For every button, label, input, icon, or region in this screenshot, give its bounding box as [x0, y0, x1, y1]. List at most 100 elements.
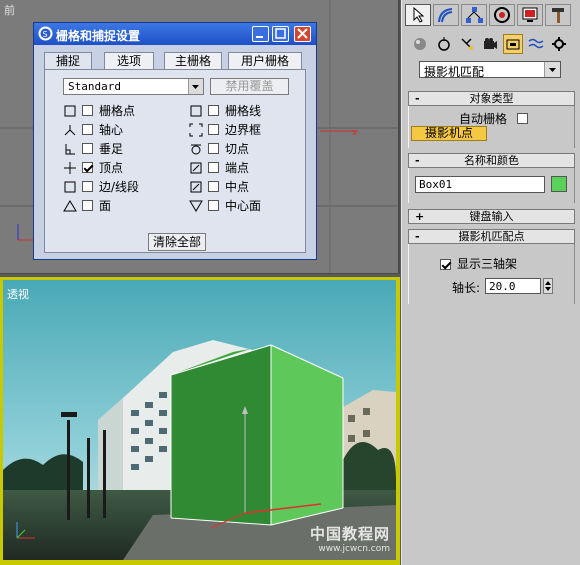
space-warp-icon [528, 38, 544, 49]
pivot-checkbox[interactable] [82, 124, 93, 135]
perspective-photo-background: 透视 中国教程网 www.jcwcn.com [3, 280, 396, 560]
modify-arc-icon [438, 8, 453, 23]
grid-snap-settings-dialog: S 栅格和捕捉设置 捕捉 选项 主栅格 用户栅格 Standard 禁用覆盖 栅… [33, 22, 317, 260]
name-color-rollout-header[interactable]: - 名称和颜色 [408, 153, 575, 168]
vertex-checkbox[interactable] [82, 162, 93, 173]
snap-vertex[interactable]: 顶点 [63, 161, 163, 175]
vertex-icon [64, 162, 76, 174]
snap-endpoint[interactable]: 端点 [189, 161, 301, 175]
vertex-label: 顶点 [99, 161, 124, 175]
disable-override-button[interactable]: 禁用覆盖 [210, 78, 289, 95]
motion-tab[interactable] [489, 4, 515, 26]
object-name-field[interactable]: Box01 [415, 176, 545, 193]
tab-options[interactable]: 选项 [104, 52, 154, 69]
midpoint-checkbox[interactable] [208, 181, 219, 192]
tangent-label: 切点 [225, 142, 250, 156]
grid-point-checkbox[interactable] [82, 105, 93, 116]
face-label: 面 [99, 199, 112, 213]
perpendicular-label: 垂足 [99, 142, 124, 156]
cameras-category-button[interactable] [480, 34, 500, 54]
axis-length-field[interactable]: 20.0 [485, 278, 541, 294]
snap-grid-point[interactable]: 栅格点 [63, 104, 163, 118]
auto-grid-checkbox[interactable] [517, 113, 528, 124]
grid-line-label: 栅格线 [225, 104, 262, 118]
grid-line-checkbox[interactable] [208, 105, 219, 116]
helper-dropdown-arrow[interactable] [544, 62, 560, 77]
center-face-label: 中心面 [225, 199, 262, 213]
helpers-category-button[interactable] [503, 34, 523, 54]
axis-length-value: 20.0 [489, 280, 516, 293]
keyboard-entry-rollout-header[interactable]: + 键盘输入 [408, 209, 575, 224]
maximize-button[interactable] [272, 26, 289, 42]
svg-text:x: x [352, 128, 358, 138]
camera-match-point-rollout-header[interactable]: - 摄影机匹配点 [408, 229, 575, 244]
maximize-icon [275, 28, 286, 39]
dialog-titlebar[interactable]: S 栅格和捕捉设置 [34, 23, 316, 45]
object-name-value: Box01 [419, 178, 453, 191]
dropdown-arrow-button[interactable] [188, 79, 203, 94]
face-icon [63, 200, 77, 212]
show-axis-tripod-checkbox[interactable] [440, 259, 451, 270]
app-logo-icon: S [38, 26, 53, 41]
gear-icon [552, 37, 566, 51]
camera-point-button[interactable]: 摄影机点 [411, 126, 487, 141]
camera-match-point-title: 摄影机匹配点 [458, 230, 525, 243]
snap-bounding-box[interactable]: 边界框 [189, 123, 301, 137]
tangent-checkbox[interactable] [208, 143, 219, 154]
perspective-viewport-label[interactable]: 透视 [7, 286, 29, 302]
face-checkbox[interactable] [82, 200, 93, 211]
tab-snaps[interactable]: 捕捉 [44, 52, 92, 69]
close-button[interactable] [294, 26, 311, 42]
minimize-button[interactable] [252, 26, 269, 42]
snap-tangent[interactable]: 切点 [189, 142, 301, 156]
axis-length-label: 轴长: [452, 281, 481, 295]
snap-center-face[interactable]: 中心面 [189, 199, 301, 213]
snap-perpendicular[interactable]: 垂足 [63, 142, 163, 156]
hammer-icon [552, 8, 564, 23]
utilities-tab[interactable] [545, 4, 571, 26]
pivot-label: 轴心 [99, 123, 124, 137]
grid-point-label: 栅格点 [99, 104, 136, 118]
geometry-category-button[interactable] [410, 34, 430, 54]
name-color-title: 名称和颜色 [464, 154, 519, 167]
snap-face[interactable]: 面 [63, 199, 163, 213]
snap-pivot[interactable]: 轴心 [63, 123, 163, 137]
camera-icon [484, 38, 497, 49]
tab-user-grids[interactable]: 用户栅格 [228, 52, 302, 69]
snap-type-value: Standard [68, 80, 121, 93]
snap-grid-line[interactable]: 栅格线 [189, 104, 301, 118]
endpoint-label: 端点 [225, 161, 250, 175]
object-color-swatch[interactable] [551, 176, 567, 192]
snap-type-dropdown[interactable]: Standard [63, 78, 204, 95]
display-monitor-icon [522, 7, 538, 22]
bounding-box-checkbox[interactable] [208, 124, 219, 135]
space-warps-category-button[interactable] [526, 34, 546, 54]
create-tab[interactable] [405, 4, 431, 26]
snap-edge[interactable]: 边/线段 [63, 180, 163, 194]
hierarchy-tab[interactable] [461, 4, 487, 26]
object-type-rollout-header[interactable]: - 对象类型 [408, 91, 575, 106]
snap-midpoint[interactable]: 中点 [189, 180, 301, 194]
dialog-tabs: 捕捉 选项 主栅格 用户栅格 [44, 52, 306, 69]
display-tab[interactable] [517, 4, 543, 26]
perpendicular-checkbox[interactable] [82, 143, 93, 154]
systems-category-button[interactable] [549, 34, 569, 54]
lights-category-button[interactable] [457, 34, 477, 54]
modify-tab[interactable] [433, 4, 459, 26]
tab-home-grid[interactable]: 主栅格 [164, 52, 222, 69]
clear-all-button[interactable]: 清除全部 [148, 233, 206, 251]
edge-checkbox[interactable] [82, 181, 93, 192]
axis-length-spinner[interactable] [543, 278, 553, 294]
perspective-viewport[interactable]: 透视 中国教程网 www.jcwcn.com [0, 277, 400, 565]
svg-text:S: S [43, 30, 48, 39]
spinner-arrows-icon [545, 281, 551, 291]
command-panel: 摄影机匹配 - 对象类型 自动栅格 摄影机点 - 名称和颜色 Box01 + 键… [401, 0, 580, 565]
box01-object [171, 345, 271, 525]
endpoint-checkbox[interactable] [208, 162, 219, 173]
center-face-checkbox[interactable] [208, 200, 219, 211]
helper-type-dropdown[interactable]: 摄影机匹配 [419, 61, 561, 79]
pivot-icon [64, 125, 76, 136]
shapes-category-button[interactable] [434, 34, 454, 54]
keyboard-entry-title: 键盘输入 [469, 210, 514, 223]
show-axis-tripod-label: 显示三轴架 [457, 257, 518, 271]
